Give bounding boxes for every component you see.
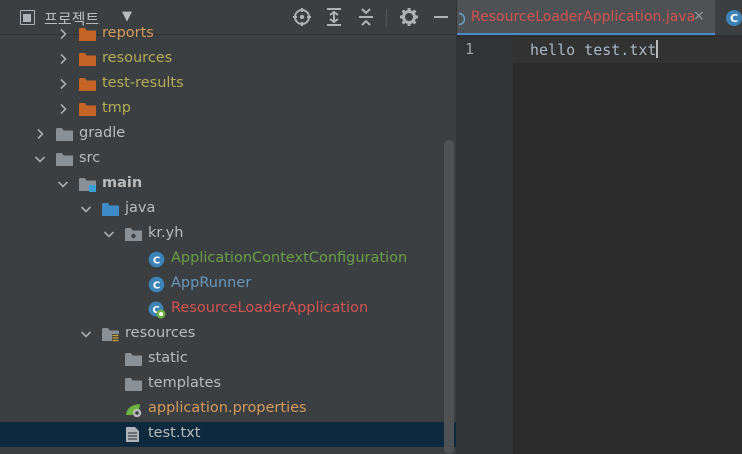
- chevron-down-icon[interactable]: [103, 228, 115, 240]
- class-icon: C: [148, 276, 165, 293]
- tree-row[interactable]: java: [0, 197, 456, 222]
- folder-icon: [79, 77, 96, 92]
- tree-row[interactable]: reports: [0, 22, 456, 47]
- tree-row[interactable]: gradle: [0, 122, 456, 147]
- tree-item-label: static: [148, 350, 188, 366]
- class-icon: [457, 11, 466, 26]
- chevron-down-icon[interactable]: [57, 178, 69, 190]
- tree-item-label: test-results: [102, 75, 184, 91]
- tree-row[interactable]: resources: [0, 47, 456, 72]
- folder-icon: [125, 377, 142, 392]
- class-icon: C: [725, 9, 742, 31]
- tree-row[interactable]: C AppRunner: [0, 272, 456, 297]
- tree-row[interactable]: kr.yh: [0, 222, 456, 247]
- tree-row[interactable]: templates: [0, 372, 456, 397]
- tab-resourceloaderapplication[interactable]: ResourceLoaderApplication.java ×: [457, 0, 715, 35]
- chevron-right-icon[interactable]: [57, 78, 69, 90]
- tree-item-label: src: [79, 150, 101, 166]
- tree-row[interactable]: C ApplicationContextConfiguration: [0, 247, 456, 272]
- tree-item-label: gradle: [79, 125, 126, 141]
- source-folder-icon: [102, 202, 119, 217]
- tree-item-label: resources: [125, 325, 196, 341]
- tree-row[interactable]: test-results: [0, 72, 456, 97]
- tree-item-label: kr.yh: [148, 225, 184, 241]
- svg-text:C: C: [153, 281, 160, 292]
- svg-text:C: C: [730, 12, 738, 25]
- tree-item-label: resources: [102, 50, 173, 66]
- properties-file-icon: [125, 402, 142, 418]
- tree-row[interactable]: test.txt: [0, 422, 456, 447]
- line-number: 1: [465, 40, 475, 58]
- tree-item-label: ApplicationContextConfiguration: [171, 250, 408, 266]
- folder-icon: [79, 52, 96, 67]
- chevron-right-icon[interactable]: [57, 103, 69, 115]
- code-line[interactable]: hello test.txt: [530, 41, 656, 59]
- tree-item-label: java: [125, 200, 156, 216]
- close-icon[interactable]: ×: [693, 8, 705, 24]
- editor-area: ResourceLoaderApplication.java × C 1 hel…: [456, 0, 742, 454]
- tree-row[interactable]: static: [0, 347, 456, 372]
- tab-next-file[interactable]: C: [715, 0, 742, 35]
- project-panel: 프로젝트 ▼ reports resources test-results tmp gr…: [0, 0, 456, 454]
- editor-content[interactable]: hello test.txt: [530, 40, 659, 59]
- tree-row[interactable]: src: [0, 147, 456, 172]
- tree-item-label: templates: [148, 375, 222, 391]
- chevron-down-icon[interactable]: [80, 203, 92, 215]
- editor-gutter: [457, 36, 513, 454]
- tab-label: ResourceLoaderApplication.java: [471, 9, 696, 25]
- folder-icon: [125, 352, 142, 367]
- tree-item-label: application.properties: [148, 400, 307, 416]
- tree-row[interactable]: main: [0, 172, 456, 197]
- text-file-icon: [125, 426, 142, 442]
- tree-row[interactable]: tmp: [0, 97, 456, 122]
- folder-icon: [79, 27, 96, 42]
- tree-item-label: main: [102, 175, 143, 191]
- project-tree: reports resources test-results tmp gradle src…: [0, 25, 456, 454]
- class-icon: C: [148, 251, 165, 268]
- module-folder-icon: [79, 177, 96, 192]
- folder-icon: [56, 152, 73, 167]
- svg-text:C: C: [153, 256, 160, 267]
- tree-item-label: ResourceLoaderApplication: [171, 300, 369, 316]
- chevron-right-icon[interactable]: [57, 53, 69, 65]
- tree-row[interactable]: application.properties: [0, 397, 456, 422]
- tree-item-label: reports: [102, 25, 154, 41]
- package-icon: [125, 227, 142, 242]
- tree-scrollbar[interactable]: [444, 140, 454, 454]
- spring-class-icon: C: [148, 301, 166, 319]
- text-caret: [656, 40, 659, 58]
- resources-folder-icon: [102, 327, 119, 342]
- editor-tabs: ResourceLoaderApplication.java × C: [457, 0, 742, 36]
- chevron-right-icon[interactable]: [34, 128, 46, 140]
- folder-icon: [56, 127, 73, 142]
- chevron-down-icon[interactable]: [80, 328, 92, 340]
- chevron-right-icon[interactable]: [57, 28, 69, 40]
- tree-row[interactable]: resources: [0, 322, 456, 347]
- tree-item-label: AppRunner: [171, 275, 252, 291]
- tree-item-label: test.txt: [148, 425, 201, 441]
- chevron-down-icon[interactable]: [34, 153, 46, 165]
- folder-icon: [79, 102, 96, 117]
- tree-row[interactable]: C ResourceLoaderApplication: [0, 297, 456, 322]
- tree-item-label: tmp: [102, 100, 132, 116]
